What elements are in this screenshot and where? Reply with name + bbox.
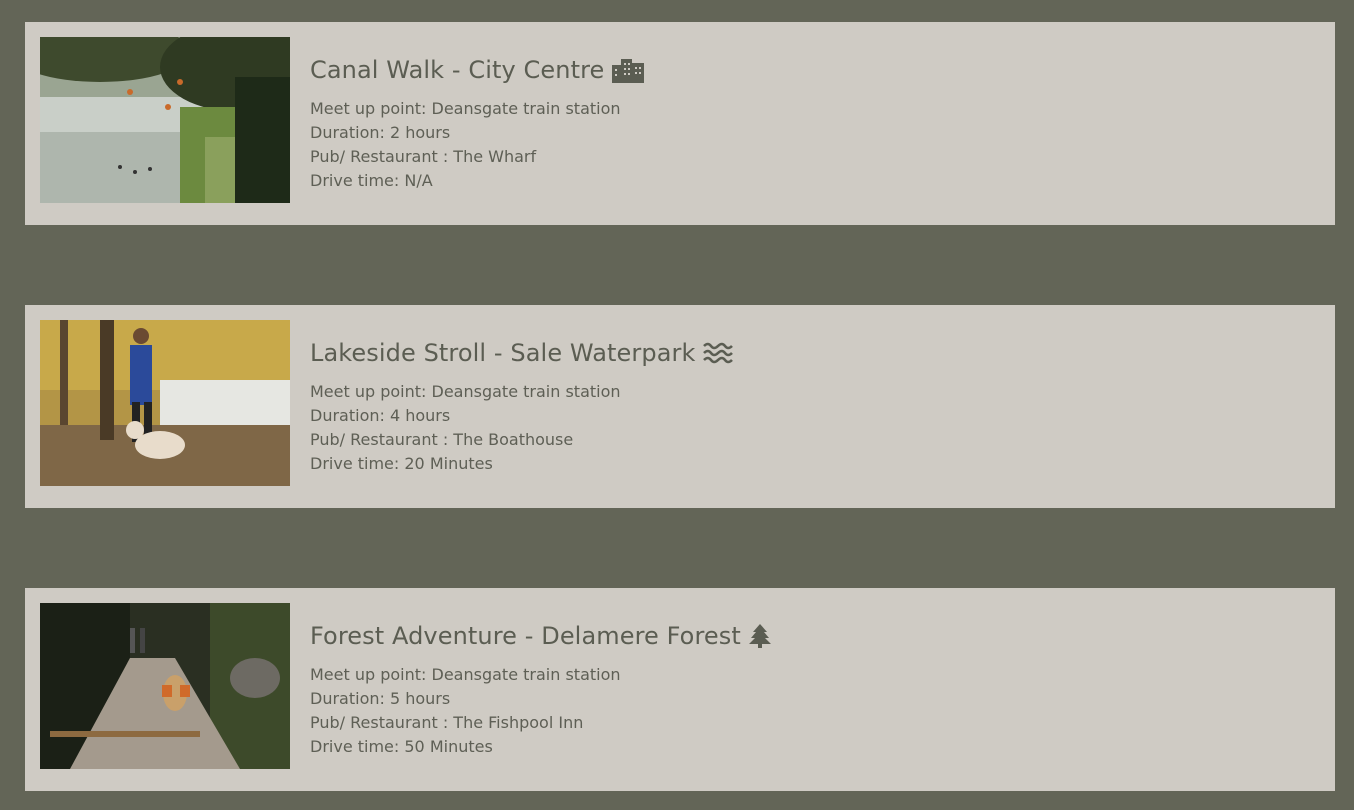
drive-time: Drive time: N/A — [310, 171, 433, 190]
forest-photo — [40, 603, 290, 769]
lakeside-photo — [40, 320, 290, 486]
meet-up-point: Meet up point: Deansgate train station — [310, 99, 621, 118]
walk-card-canal: Canal Walk - City Centre Meet up point: … — [25, 22, 1335, 225]
duration: Duration: 5 hours — [310, 689, 451, 708]
drive-time: Drive time: 20 Minutes — [310, 454, 493, 473]
walk-info: Canal Walk - City Centre Meet up point: … — [310, 53, 1315, 193]
walk-title-text: Forest Adventure - Delamere Forest — [310, 622, 741, 650]
walk-details: Meet up point: Deansgate train station D… — [310, 97, 1315, 193]
meet-up-point: Meet up point: Deansgate train station — [310, 665, 621, 684]
walk-title: Canal Walk - City Centre — [310, 53, 1315, 87]
canal-photo — [40, 37, 290, 203]
duration: Duration: 4 hours — [310, 406, 451, 425]
tree-icon — [748, 624, 771, 648]
walk-title-text: Lakeside Stroll - Sale Waterpark — [310, 339, 696, 367]
walk-title-text: Canal Walk - City Centre — [310, 56, 605, 84]
walk-details: Meet up point: Deansgate train station D… — [310, 380, 1315, 476]
walk-card-forest: Forest Adventure - Delamere Forest Meet … — [25, 588, 1335, 791]
walk-info: Lakeside Stroll - Sale Waterpark Meet up… — [310, 336, 1315, 476]
duration: Duration: 2 hours — [310, 123, 451, 142]
pub-restaurant: Pub/ Restaurant : The Fishpool Inn — [310, 713, 584, 732]
water-icon — [703, 342, 734, 364]
walk-info: Forest Adventure - Delamere Forest Meet … — [310, 619, 1315, 759]
pub-restaurant: Pub/ Restaurant : The Wharf — [310, 147, 537, 166]
city-icon — [612, 59, 645, 83]
walk-details: Meet up point: Deansgate train station D… — [310, 663, 1315, 759]
drive-time: Drive time: 50 Minutes — [310, 737, 493, 756]
walk-title: Lakeside Stroll - Sale Waterpark — [310, 336, 1315, 370]
pub-restaurant: Pub/ Restaurant : The Boathouse — [310, 430, 574, 449]
walks-page: Canal Walk - City Centre Meet up point: … — [0, 0, 1354, 810]
meet-up-point: Meet up point: Deansgate train station — [310, 382, 621, 401]
walk-card-lakeside: Lakeside Stroll - Sale Waterpark Meet up… — [25, 305, 1335, 508]
walk-title: Forest Adventure - Delamere Forest — [310, 619, 1315, 653]
